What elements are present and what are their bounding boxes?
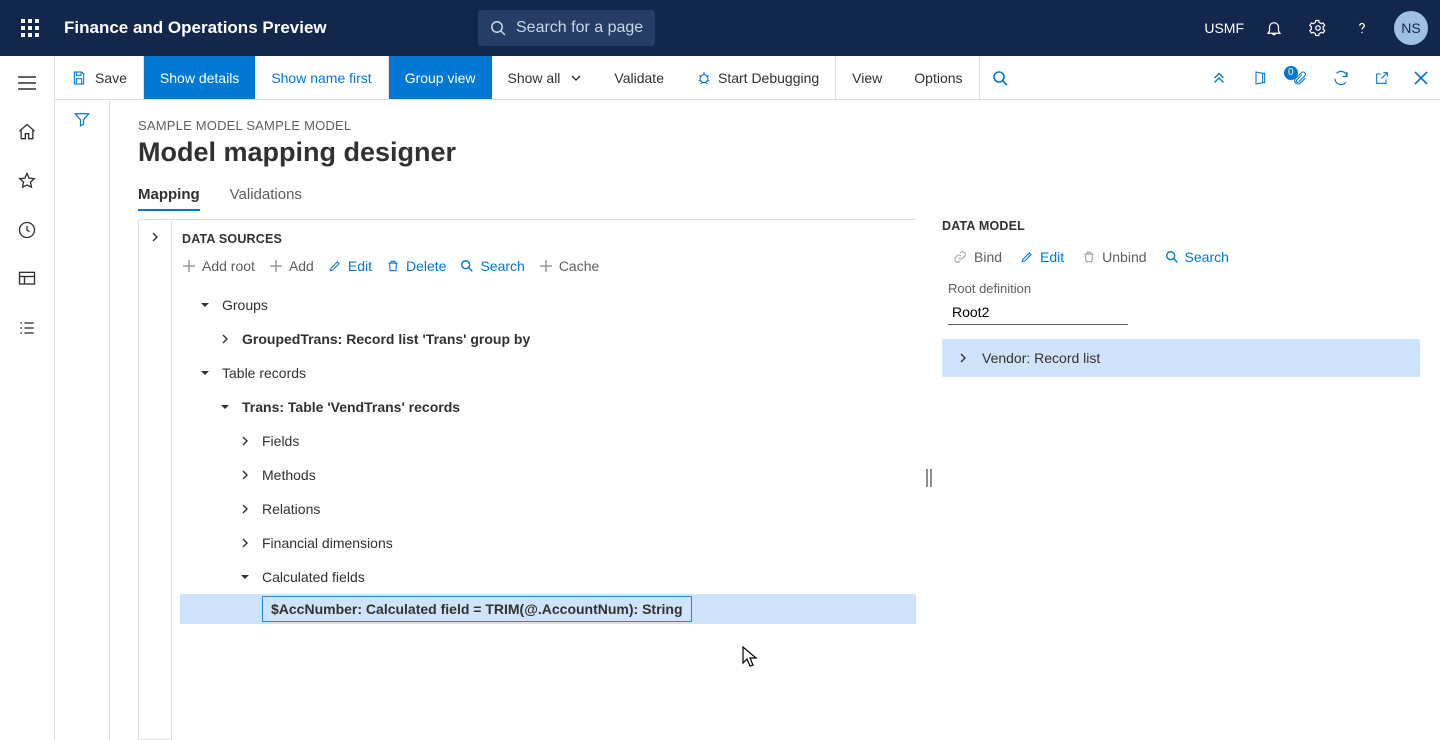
attachments-count: 0 bbox=[1284, 66, 1298, 80]
add-root-label: Add root bbox=[202, 258, 255, 274]
collapse-icon bbox=[198, 300, 212, 310]
hamburger-icon[interactable] bbox=[5, 60, 50, 105]
unbind-label: Unbind bbox=[1102, 249, 1146, 265]
gear-icon[interactable] bbox=[1300, 10, 1336, 46]
dm-edit-button[interactable]: Edit bbox=[1020, 249, 1064, 265]
home-icon[interactable] bbox=[5, 109, 50, 154]
dm-edit-label: Edit bbox=[1040, 249, 1064, 265]
search-icon bbox=[490, 20, 506, 36]
top-navbar: Finance and Operations Preview Search fo… bbox=[0, 0, 1440, 56]
save-label: Save bbox=[95, 70, 127, 86]
left-nav-rail bbox=[0, 56, 55, 740]
page-title: Model mapping designer bbox=[138, 137, 1440, 168]
global-search[interactable]: Search for a page bbox=[478, 10, 655, 46]
bind-label: Bind bbox=[974, 249, 1002, 265]
tree-node-trans[interactable]: Trans: Table 'VendTrans' records bbox=[180, 390, 916, 424]
cache-label: Cache bbox=[559, 258, 599, 274]
search-label: Search bbox=[480, 258, 524, 274]
bell-icon[interactable] bbox=[1256, 10, 1292, 46]
data-sources-pane: DATA SOURCES Add root Add bbox=[138, 219, 916, 740]
workspace-icon[interactable] bbox=[5, 256, 50, 301]
expand-icon bbox=[238, 470, 252, 480]
collapse-icon bbox=[218, 402, 232, 412]
tree-node-methods[interactable]: Methods bbox=[180, 458, 916, 492]
splitter-handle[interactable] bbox=[916, 219, 942, 740]
bind-button[interactable]: Bind bbox=[952, 249, 1002, 265]
show-details-button[interactable]: Show details bbox=[144, 56, 255, 99]
waffle-icon[interactable] bbox=[12, 10, 48, 46]
tree-node-table-records[interactable]: Table records bbox=[180, 356, 916, 390]
data-sources-tree: Groups GroupedTrans: Record list 'Trans'… bbox=[172, 284, 916, 624]
data-model-toolbar: Bind Edit Unbind Search bbox=[942, 233, 1420, 275]
show-all-label: Show all bbox=[508, 70, 561, 86]
dm-search-button[interactable]: Search bbox=[1165, 249, 1229, 265]
star-icon[interactable] bbox=[5, 158, 50, 203]
personalize-button[interactable] bbox=[1198, 56, 1240, 99]
tree-node-fields[interactable]: Fields bbox=[180, 424, 916, 458]
group-view-button[interactable]: Group view bbox=[389, 56, 492, 99]
delete-button[interactable]: Delete bbox=[386, 258, 446, 274]
help-icon[interactable] bbox=[1344, 10, 1380, 46]
data-sources-toolbar: Add root Add Edit bbox=[172, 256, 916, 284]
attachments-button[interactable]: 0 bbox=[1280, 56, 1320, 99]
filter-pane-toggle[interactable] bbox=[55, 100, 110, 740]
expand-icon bbox=[218, 334, 232, 344]
delete-label: Delete bbox=[406, 258, 446, 274]
user-avatar[interactable]: NS bbox=[1394, 11, 1428, 45]
add-root-button[interactable]: Add root bbox=[182, 258, 255, 274]
data-model-title: DATA MODEL bbox=[942, 219, 1420, 233]
dm-tree-node-vendor[interactable]: Vendor: Record list bbox=[942, 339, 1420, 377]
edit-label: Edit bbox=[348, 258, 372, 274]
tree-node-calculated-fields[interactable]: Calculated fields bbox=[180, 560, 916, 594]
app-title: Finance and Operations Preview bbox=[64, 18, 327, 38]
tab-validations[interactable]: Validations bbox=[230, 186, 302, 211]
action-bar: Save Show details Show name first Group … bbox=[55, 56, 1440, 100]
options-menu[interactable]: Options bbox=[898, 56, 979, 99]
add-button[interactable]: Add bbox=[269, 258, 314, 274]
tab-mapping[interactable]: Mapping bbox=[138, 186, 200, 211]
tree-node-acc-number[interactable]: $AccNumber: Calculated field = TRIM(@.Ac… bbox=[180, 594, 916, 624]
root-definition-label: Root definition bbox=[942, 281, 1420, 296]
unbind-button[interactable]: Unbind bbox=[1082, 249, 1146, 265]
find-button[interactable] bbox=[980, 56, 1020, 99]
view-menu[interactable]: View bbox=[836, 56, 898, 99]
tab-strip: Mapping Validations bbox=[138, 186, 1440, 211]
search-placeholder: Search for a page bbox=[516, 19, 643, 37]
tree-node-groups[interactable]: Groups bbox=[180, 288, 916, 322]
tree-node-financial-dimensions[interactable]: Financial dimensions bbox=[180, 526, 916, 560]
data-source-types-toggle[interactable] bbox=[138, 219, 172, 740]
refresh-button[interactable] bbox=[1320, 56, 1362, 99]
collapse-icon bbox=[238, 572, 252, 582]
show-all-dropdown[interactable]: Show all bbox=[492, 56, 599, 99]
modules-icon[interactable] bbox=[5, 305, 50, 350]
chevron-down-icon bbox=[570, 72, 582, 84]
dm-search-label: Search bbox=[1185, 249, 1229, 265]
start-debugging-label: Start Debugging bbox=[718, 70, 819, 86]
expand-icon bbox=[238, 504, 252, 514]
start-debugging-button[interactable]: Start Debugging bbox=[680, 56, 836, 99]
breadcrumb: SAMPLE MODEL SAMPLE MODEL bbox=[138, 118, 1440, 133]
data-sources-title: DATA SOURCES bbox=[172, 220, 916, 256]
search-button[interactable]: Search bbox=[460, 258, 524, 274]
validate-button[interactable]: Validate bbox=[598, 56, 680, 99]
cache-button[interactable]: Cache bbox=[539, 258, 599, 274]
open-office-icon[interactable] bbox=[1240, 56, 1280, 99]
tree-node-relations[interactable]: Relations bbox=[180, 492, 916, 526]
expand-icon bbox=[238, 538, 252, 548]
show-name-first-button[interactable]: Show name first bbox=[255, 56, 388, 99]
data-model-pane: DATA MODEL Bind Edit Unbind bbox=[942, 219, 1440, 740]
expand-icon bbox=[956, 353, 970, 363]
expand-icon bbox=[238, 436, 252, 446]
add-label: Add bbox=[289, 258, 314, 274]
popout-button[interactable] bbox=[1362, 56, 1402, 99]
company-code[interactable]: USMF bbox=[1204, 20, 1244, 36]
edit-button[interactable]: Edit bbox=[328, 258, 372, 274]
tree-node-grouped-trans[interactable]: GroupedTrans: Record list 'Trans' group … bbox=[180, 322, 916, 356]
close-button[interactable] bbox=[1402, 56, 1440, 99]
root-definition-input[interactable] bbox=[948, 300, 1128, 325]
recent-icon[interactable] bbox=[5, 207, 50, 252]
collapse-icon bbox=[198, 368, 212, 378]
save-button[interactable]: Save bbox=[55, 56, 144, 99]
